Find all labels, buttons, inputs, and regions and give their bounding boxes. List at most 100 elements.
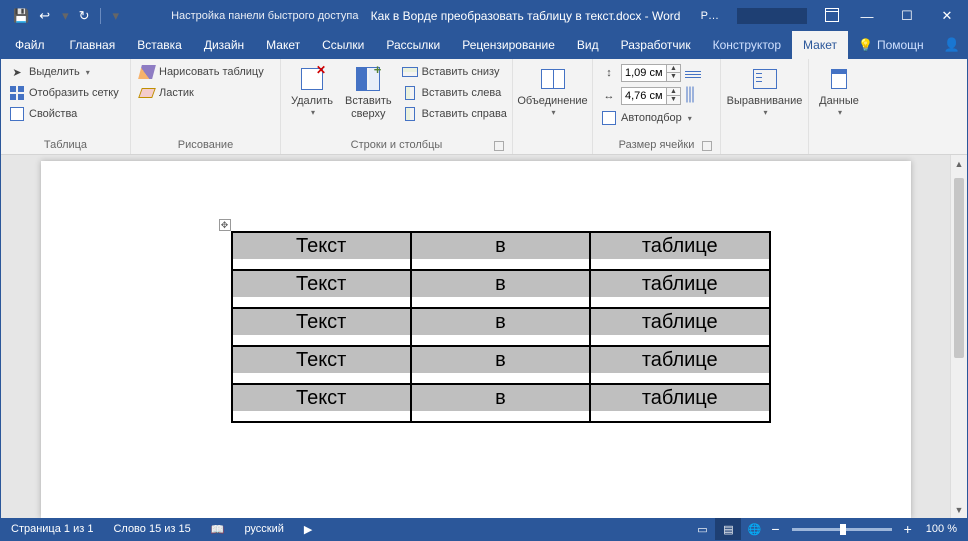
status-spellcheck[interactable]: 📖 [201,523,235,536]
scroll-up[interactable]: ▲ [951,155,967,172]
alignment-button[interactable]: Выравнивание▾ [726,63,804,120]
tell-me[interactable]: 💡 Помощн [848,31,934,59]
table-cell[interactable]: в [411,308,590,346]
table-cell[interactable]: Текст [232,346,411,384]
table-cell[interactable]: в [411,270,590,308]
insert-above-button[interactable]: Вставить сверху [341,63,396,123]
table-cell[interactable]: таблице [590,232,770,270]
table-row[interactable]: Текствтаблице [232,384,770,422]
table-cell[interactable]: Текст [232,232,411,270]
view-web-layout[interactable]: 🌐 [741,518,767,540]
autofit-button[interactable]: Автоподбор▾ [599,109,714,127]
insert-above-icon [354,65,382,93]
zoom-in[interactable]: + [900,521,916,537]
tab-file[interactable]: Файл [1,31,59,59]
delete-button[interactable]: Удалить▾ [287,63,337,120]
merge-button[interactable]: Объединение▾ [518,63,588,120]
spin-down[interactable]: ▼ [667,96,681,105]
status-language[interactable]: русский [234,523,293,535]
tab-developer[interactable]: Разработчик [610,31,702,59]
table-row[interactable]: Текствтаблице [232,346,770,384]
qat-customize-dropdown[interactable]: ▾ [113,8,120,24]
undo-dropdown[interactable]: ▾ [62,8,69,24]
draw-table-button[interactable]: Нарисовать таблицу [137,63,274,81]
dialog-launcher[interactable] [494,141,504,151]
data-button[interactable]: Данные▾ [815,63,863,120]
minimize-button[interactable]: ― [847,1,887,31]
tab-references[interactable]: Ссылки [311,31,375,59]
table-row[interactable]: Текствтаблице [232,232,770,270]
tab-insert[interactable]: Вставка [126,31,193,59]
table-cell[interactable]: Текст [232,308,411,346]
scroll-thumb[interactable] [954,178,964,358]
cell-blank [412,259,589,269]
close-button[interactable]: ✕ [927,1,967,31]
zoom-slider[interactable] [792,528,892,531]
table-cell[interactable]: таблице [590,346,770,384]
cell-blank [591,335,769,345]
tab-layout[interactable]: Макет [255,31,311,59]
spin-up[interactable]: ▲ [667,87,681,96]
table-cell[interactable]: в [411,232,590,270]
ribbon-display-options-icon[interactable] [817,8,847,25]
dialog-launcher[interactable] [702,141,712,151]
tab-review[interactable]: Рецензирование [451,31,566,59]
maximize-button[interactable]: ☐ [887,1,927,31]
share-icon[interactable]: 👤 [934,37,968,53]
document-scroll[interactable]: ✥ ТекствтаблицеТекствтаблицеТекствтаблиц… [1,155,950,518]
cell-text: в [412,347,589,373]
tab-table-design[interactable]: Конструктор [702,31,792,59]
table-move-handle[interactable]: ✥ [219,219,231,231]
insert-below-icon [402,64,418,80]
view-print-layout[interactable]: ▤ [715,518,741,540]
scroll-down[interactable]: ▼ [951,501,967,518]
row-height-input[interactable] [621,64,667,82]
select-button[interactable]: ➤Выделить▾ [7,63,124,81]
table-cell[interactable]: таблице [590,384,770,422]
table-cell[interactable]: таблице [590,270,770,308]
ribbon: ➤Выделить▾ Отобразить сетку Свойства Таб… [1,59,967,155]
distribute-cols-icon[interactable] [685,88,701,104]
table-cell[interactable]: Текст [232,270,411,308]
table-cell[interactable]: таблице [590,308,770,346]
table-row[interactable]: Текствтаблице [232,308,770,346]
tab-design[interactable]: Дизайн [193,31,255,59]
col-width-input[interactable] [621,87,667,105]
row-height-control: ↕ ▲▼ [599,63,714,83]
status-words[interactable]: Слово 15 из 15 [103,523,200,535]
insert-right-button[interactable]: Вставить справа [400,105,509,123]
scroll-track[interactable] [951,172,967,501]
table-cell[interactable]: в [411,346,590,384]
vertical-scrollbar[interactable]: ▲ ▼ [950,155,967,518]
status-page[interactable]: Страница 1 из 1 [1,523,103,535]
view-gridlines-button[interactable]: Отобразить сетку [7,84,124,102]
document-table[interactable]: ТекствтаблицеТекствтаблицеТекствтаблицеТ… [231,231,771,423]
redo-icon[interactable]: ↻ [79,8,90,24]
spin-down[interactable]: ▼ [667,73,681,82]
table-cell[interactable]: в [411,384,590,422]
tab-view[interactable]: Вид [566,31,610,59]
view-read-mode[interactable]: ▭ [689,518,715,540]
table-row[interactable]: Текствтаблице [232,270,770,308]
page[interactable]: ✥ ТекствтаблицеТекствтаблицеТекствтаблиц… [41,161,911,518]
table-cell[interactable]: Текст [232,384,411,422]
tab-table-layout[interactable]: Макет [792,31,848,59]
account-area[interactable] [737,8,807,24]
insert-left-icon [402,85,418,101]
save-icon[interactable]: 💾 [13,8,29,24]
tab-home[interactable]: Главная [59,31,127,59]
zoom-out[interactable]: − [767,521,783,537]
properties-button[interactable]: Свойства [7,105,124,123]
insert-left-button[interactable]: Вставить слева [400,84,509,102]
distribute-rows-icon[interactable] [685,65,701,81]
group-name: Размер ячейки [599,137,714,154]
undo-icon[interactable]: ↩ [39,8,50,24]
insert-below-button[interactable]: Вставить снизу [400,63,509,81]
quick-access-toolbar: 💾 ↩ ▾ ↻ ▾ [1,8,131,24]
eraser-button[interactable]: Ластик [137,84,274,102]
tab-mailings[interactable]: Рассылки [375,31,451,59]
spin-up[interactable]: ▲ [667,64,681,73]
insert-right-icon [402,106,418,122]
status-macro[interactable]: ▶ [294,523,322,536]
zoom-level[interactable]: 100 % [916,523,967,535]
